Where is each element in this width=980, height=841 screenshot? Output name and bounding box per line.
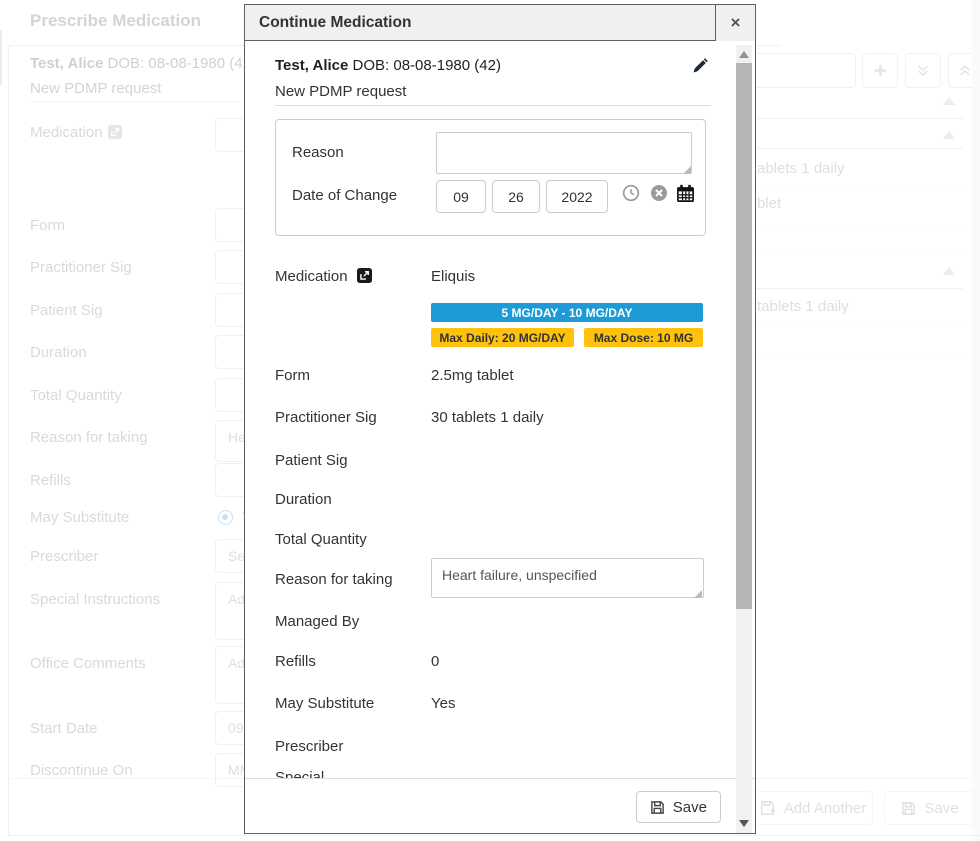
date-day-input[interactable] [492, 180, 540, 213]
modal-scrollbar-track[interactable] [736, 45, 752, 833]
calendar-icon[interactable] [676, 184, 694, 202]
row-value-practitioner-sig: 30 tablets 1 daily [431, 409, 544, 426]
external-link-icon[interactable] [357, 268, 372, 283]
row-value-form: 2.5mg tablet [431, 367, 514, 384]
max-daily-badge: Max Daily: 20 MG/DAY [431, 328, 574, 347]
medication-value: Eliquis [431, 268, 475, 285]
medication-label: Medication [275, 268, 372, 285]
row-label-total-quantity: Total Quantity [275, 531, 367, 548]
modal-save-button[interactable]: Save [636, 791, 721, 823]
row-label-form: Form [275, 367, 310, 384]
row-value-refills: 0 [431, 653, 439, 670]
row-label-prescriber: Prescriber [275, 738, 343, 755]
modal-title: Continue Medication [245, 14, 715, 32]
reason-for-taking-textarea[interactable]: Heart failure, unspecified [431, 558, 704, 598]
date-month-input[interactable] [436, 180, 486, 213]
divider [275, 105, 711, 106]
dose-range-badge: 5 MG/DAY - 10 MG/DAY [431, 303, 703, 322]
clear-date-icon[interactable] [650, 184, 668, 202]
edit-pencil-icon[interactable] [691, 57, 709, 75]
clock-icon[interactable] [622, 184, 640, 202]
scrollbar-thumb[interactable] [736, 63, 752, 609]
row-value-may-substitute: Yes [431, 695, 455, 712]
row-label-managed-by: Managed By [275, 613, 359, 630]
modal-header: Continue Medication × [245, 5, 755, 41]
scroll-down-arrow[interactable] [739, 820, 749, 827]
continue-medication-modal: Continue Medication × Test, Alice DOB: 0… [244, 4, 756, 834]
row-label-may-substitute: May Substitute [275, 695, 374, 712]
row-label-duration: Duration [275, 491, 332, 508]
modal-footer: Save [245, 778, 755, 833]
scroll-up-arrow[interactable] [739, 51, 749, 58]
change-reason-box: Reason Date of Change [275, 119, 706, 236]
reason-textarea[interactable] [436, 132, 692, 174]
pdmp-request-link[interactable]: New PDMP request [275, 83, 406, 100]
modal-patient-summary: Test, Alice DOB: 08-08-1980 (42) [275, 57, 501, 74]
reason-label: Reason [292, 144, 344, 161]
modal-save-label: Save [673, 799, 707, 816]
row-label-reason-for-taking: Reason for taking [275, 571, 393, 588]
resize-grip-icon[interactable] [683, 166, 691, 174]
row-label-patient-sig: Patient Sig [275, 452, 348, 469]
close-button[interactable]: × [715, 5, 755, 41]
patient-dob: DOB: 08-08-1980 (42) [353, 57, 501, 74]
date-of-change-label: Date of Change [292, 187, 397, 204]
max-dose-badge: Max Dose: 10 MG [584, 328, 703, 347]
date-year-input[interactable] [546, 180, 608, 213]
row-label-practitioner-sig: Practitioner Sig [275, 409, 377, 426]
patient-name: Test, Alice [275, 57, 348, 74]
resize-grip-icon[interactable] [694, 590, 702, 598]
row-label-refills: Refills [275, 653, 316, 670]
floppy-icon [650, 800, 665, 815]
